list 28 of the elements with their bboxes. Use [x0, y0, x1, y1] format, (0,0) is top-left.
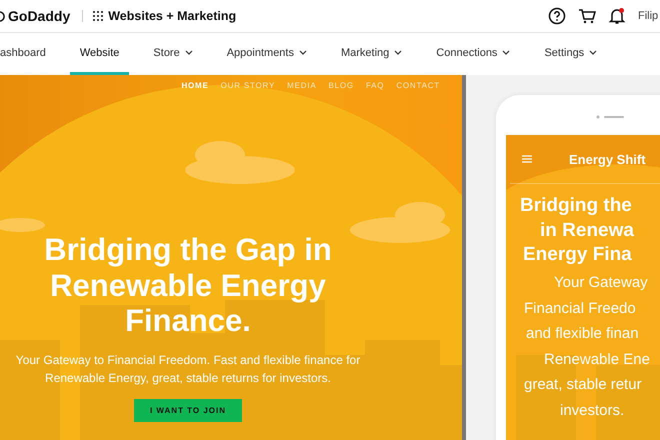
apps-grid-icon[interactable]	[93, 11, 104, 21]
notification-bell-icon[interactable]	[608, 7, 626, 25]
user-name[interactable]: Filip	[638, 10, 660, 22]
nav-tab[interactable]: Settings	[534, 33, 608, 75]
mobile-subtitle-line: Renewable Ene	[544, 350, 651, 370]
join-button[interactable]: I WANT TO JOIN	[134, 398, 242, 422]
phone-speaker-icon	[596, 115, 626, 119]
cart-icon[interactable]	[578, 7, 596, 25]
mobile-heading-line: Bridging the	[520, 194, 632, 218]
help-icon[interactable]	[548, 7, 566, 25]
nav-tab[interactable]: Marketing	[330, 33, 412, 75]
nav-tab[interactable]: ashboard	[0, 33, 56, 75]
mobile-subtitle-line: investors.	[560, 400, 626, 421]
logo-text[interactable]: GoDaddy	[8, 8, 70, 24]
mobile-subtitle-line: Your Gateway	[554, 273, 649, 294]
nav-tab[interactable]: Connections	[426, 33, 520, 75]
scrollbar[interactable]	[462, 75, 466, 440]
mobile-subtitle-line: great, stable retur	[524, 375, 643, 396]
mobile-subtitle-line: Financial Freedo	[524, 298, 637, 319]
nav-tab[interactable]: Store	[143, 33, 203, 75]
mobile-heading-line: in Renewa	[540, 218, 634, 243]
mobile-subtitle-line: and flexible finan	[526, 324, 640, 344]
site-name: Energy Shift	[569, 152, 646, 166]
mobile-heading-line: Energy Fina	[523, 243, 632, 268]
product-title: Websites + Marketing	[108, 9, 236, 23]
nav-tab[interactable]: Appointments	[216, 33, 317, 75]
hero-subtitle: Your Gateway to Financial Freedom. Fast and flexible finance for Renewable Energy, great, stable returns for investors.	[14, 352, 362, 387]
hero-heading: Bridging the Gap in Renewable Energy Finance.	[43, 232, 333, 339]
